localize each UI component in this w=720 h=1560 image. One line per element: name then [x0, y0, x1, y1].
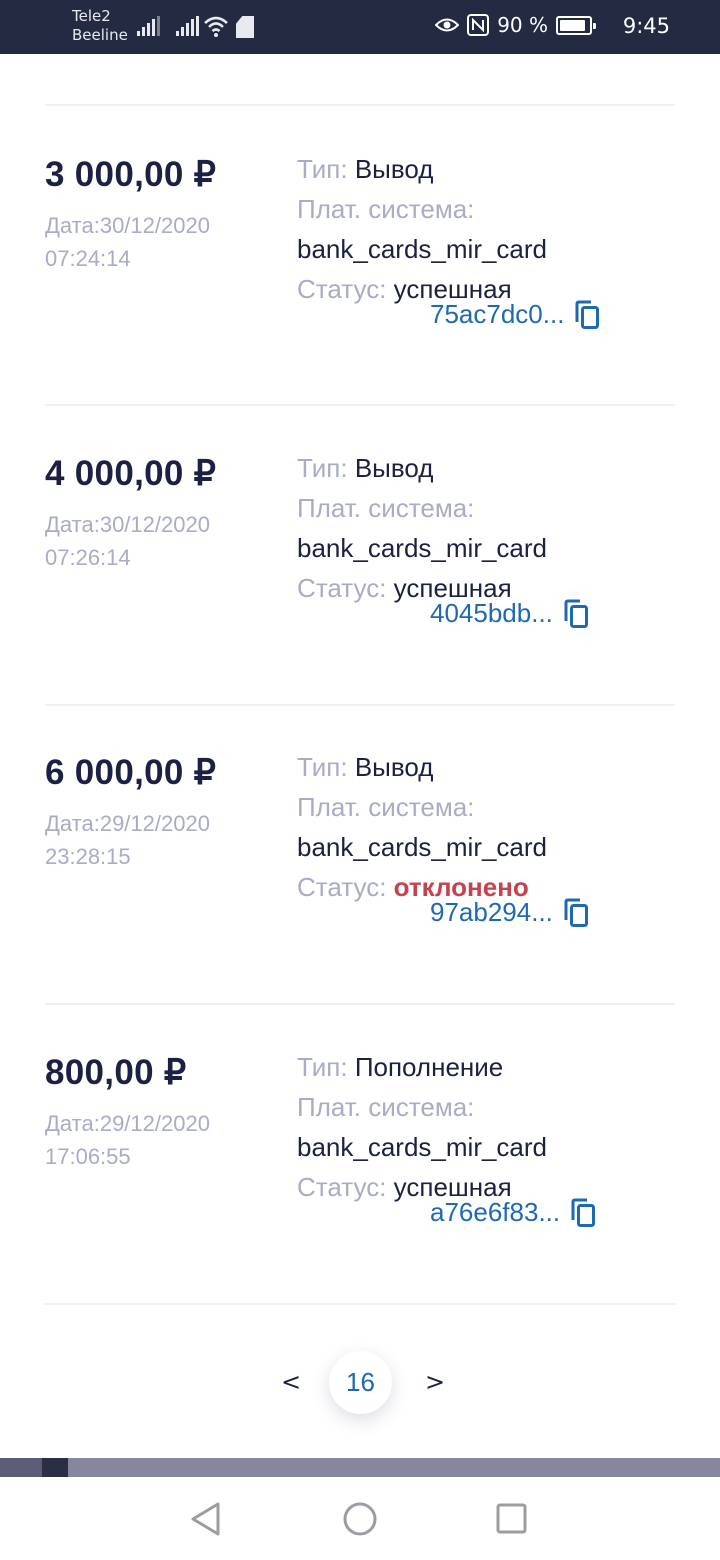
amount: 4 000,00 ₽: [45, 454, 217, 493]
banner-left-block: [0, 1458, 42, 1477]
type-value: Пополнение: [354, 1052, 504, 1082]
type-value: Вывод: [354, 453, 434, 483]
home-icon[interactable]: [342, 1501, 378, 1537]
type-row: Тип: Вывод: [297, 149, 547, 189]
carrier-1: Tele2: [72, 7, 111, 25]
status-label: Статус:: [297, 872, 387, 902]
banner-thumbnail: [42, 1458, 68, 1477]
transaction-hash[interactable]: a76e6f83...: [430, 1197, 560, 1228]
status-label: Статус:: [297, 274, 387, 304]
time-value: 07:26:14: [45, 545, 131, 570]
date-value: Дата:30/12/2020: [45, 512, 210, 537]
transaction-item: 3 000,00 ₽ Дата:30/12/2020 07:24:14 Тип:…: [45, 154, 675, 395]
battery-percent: 90 %: [497, 13, 548, 37]
type-label: Тип:: [297, 154, 348, 184]
amount: 800,00 ₽: [45, 1053, 187, 1092]
signal-2-icon: [176, 14, 199, 36]
transaction-hash[interactable]: 4045bdb...: [430, 598, 553, 629]
type-row: Тип: Вывод: [297, 448, 547, 488]
pay-system-label: Плат. система:: [297, 792, 475, 822]
divider: [45, 104, 675, 106]
transaction-item: 6 000,00 ₽ Дата:29/12/2020 23:28:15 Тип:…: [45, 752, 675, 993]
system-nav-bar: [0, 1477, 720, 1560]
bottom-banner-edge: [0, 1458, 720, 1477]
type-row: Тип: Вывод: [297, 747, 547, 787]
signal-1-icon: [137, 14, 160, 36]
status-right-group: 90 %: [435, 13, 596, 37]
transaction-item: 4 000,00 ₽ Дата:30/12/2020 07:26:14 Тип:…: [45, 453, 675, 694]
pay-system-label: Плат. система:: [297, 1092, 475, 1122]
recents-icon[interactable]: [495, 1501, 529, 1537]
type-row: Тип: Пополнение: [297, 1047, 547, 1087]
carrier-names: Tele2 Beeline: [72, 7, 128, 45]
date-value: Дата:29/12/2020: [45, 811, 210, 836]
hash-row[interactable]: a76e6f83...: [430, 1197, 596, 1228]
carrier-2: Beeline: [72, 26, 128, 44]
pay-system-value: bank_cards_mir_card: [297, 234, 548, 264]
status-label: Статус:: [297, 1172, 387, 1202]
divider: [45, 1003, 675, 1005]
type-label: Тип:: [297, 1052, 348, 1082]
nfc-icon: [467, 14, 490, 36]
transaction-hash[interactable]: 75ac7dc0...: [430, 299, 564, 330]
date-value: Дата:29/12/2020: [45, 1111, 210, 1136]
type-value: Вывод: [354, 752, 434, 782]
clock: 9:45: [622, 14, 670, 38]
hash-row[interactable]: 75ac7dc0...: [430, 299, 600, 330]
copy-icon[interactable]: [563, 898, 589, 928]
copy-icon[interactable]: [563, 599, 589, 629]
hash-row[interactable]: 97ab294...: [430, 897, 589, 928]
pay-system-value: bank_cards_mir_card: [297, 832, 548, 862]
pagination: < 16 >: [0, 1340, 720, 1430]
divider: [45, 404, 675, 406]
date-value: Дата:30/12/2020: [45, 213, 210, 238]
details: Тип: Вывод Плат. система: bank_cards_mir…: [297, 448, 547, 608]
transaction-hash[interactable]: 97ab294...: [430, 897, 553, 928]
next-page-button[interactable]: >: [425, 1368, 445, 1396]
sd-card-icon: [236, 16, 254, 38]
pay-system-label: Плат. система:: [297, 493, 475, 523]
date: Дата:30/12/2020 07:24:14: [45, 209, 210, 275]
type-label: Тип:: [297, 453, 348, 483]
hash-row[interactable]: 4045bdb...: [430, 598, 589, 629]
details: Тип: Вывод Плат. система: bank_cards_mir…: [297, 747, 547, 907]
prev-page-button[interactable]: <: [281, 1368, 301, 1396]
date: Дата:29/12/2020 17:06:55: [45, 1107, 210, 1173]
divider: [45, 1303, 675, 1305]
back-icon[interactable]: [189, 1501, 223, 1537]
status-bar: Tele2 Beeline 90 % 9:45: [0, 0, 720, 54]
date: Дата:30/12/2020 07:26:14: [45, 508, 210, 574]
wifi-icon: [204, 16, 228, 37]
battery-icon: [556, 15, 596, 35]
details: Тип: Пополнение Плат. система: bank_card…: [297, 1047, 547, 1207]
amount: 6 000,00 ₽: [45, 753, 217, 792]
time-value: 17:06:55: [45, 1144, 131, 1169]
pay-system-value: bank_cards_mir_card: [297, 1132, 548, 1162]
copy-icon[interactable]: [574, 300, 600, 330]
date: Дата:29/12/2020 23:28:15: [45, 807, 210, 873]
eye-comfort-icon: [435, 18, 460, 32]
details: Тип: Вывод Плат. система: bank_cards_mir…: [297, 149, 547, 309]
type-value: Вывод: [354, 154, 434, 184]
pay-system-value: bank_cards_mir_card: [297, 533, 548, 563]
status-label: Статус:: [297, 573, 387, 603]
transaction-item: 800,00 ₽ Дата:29/12/2020 17:06:55 Тип: П…: [45, 1052, 675, 1293]
amount: 3 000,00 ₽: [45, 155, 217, 194]
divider: [45, 704, 675, 706]
pay-system-label: Плат. система:: [297, 194, 475, 224]
type-label: Тип:: [297, 752, 348, 782]
time-value: 23:28:15: [45, 844, 131, 869]
time-value: 07:24:14: [45, 246, 131, 271]
current-page[interactable]: 16: [329, 1351, 392, 1414]
copy-icon[interactable]: [570, 1198, 596, 1228]
